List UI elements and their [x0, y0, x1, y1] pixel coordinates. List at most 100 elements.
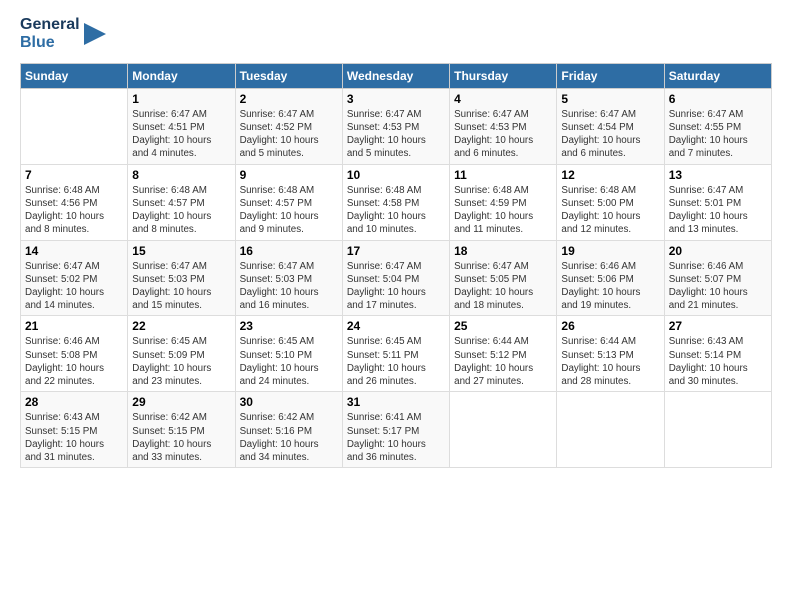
calendar-cell [557, 392, 664, 468]
logo-text: General Blue [20, 16, 106, 53]
calendar-cell: 19Sunrise: 6:46 AM Sunset: 5:06 PM Dayli… [557, 240, 664, 316]
day-info: Sunrise: 6:48 AM Sunset: 4:59 PM Dayligh… [454, 184, 552, 237]
calendar-cell: 4 Sunrise: 6:47 AM Sunset: 4:53 PM Daylig… [450, 88, 557, 164]
day-number: 28 [25, 395, 123, 409]
calendar-cell: 9 Sunrise: 6:48 AM Sunset: 4:57 PM Daylig… [235, 164, 342, 240]
day-number: 20 [669, 244, 767, 258]
header-thursday: Thursday [450, 63, 557, 88]
day-number: 29 [132, 395, 230, 409]
calendar-cell: 20 Sunrise: 6:46 AM Sunset: 5:07 PM Dayli… [664, 240, 771, 316]
day-info: Sunrise: 6:46 AM Sunset: 5:07 PM Dayligh… [669, 260, 767, 313]
day-info: Sunrise: 6:45 AM Sunset: 5:11 PM Dayligh… [347, 335, 445, 388]
day-info: Sunrise: 6:47 AM Sunset: 5:03 PM Dayligh… [132, 260, 230, 313]
calendar-cell: 21 Sunrise: 6:46 AM Sunset: 5:08 PM Dayli… [21, 316, 128, 392]
day-info: Sunrise: 6:47 AM Sunset: 5:02 PM Dayligh… [25, 260, 123, 313]
day-number: 21 [25, 319, 123, 333]
day-number: 27 [669, 319, 767, 333]
day-number: 18 [454, 244, 552, 258]
day-info: Sunrise: 6:42 AM Sunset: 5:15 PM Dayligh… [132, 411, 230, 464]
logo-line1: General [20, 16, 80, 34]
calendar-cell: 22Sunrise: 6:45 AM Sunset: 5:09 PM Dayli… [128, 316, 235, 392]
day-number: 13 [669, 168, 767, 182]
logo-line2: Blue [20, 34, 80, 52]
day-number: 7 [25, 168, 123, 182]
calendar-cell: 5 Sunrise: 6:47 AM Sunset: 4:54 PM Daylig… [557, 88, 664, 164]
calendar-cell: 23 Sunrise: 6:45 AM Sunset: 5:10 PM Dayli… [235, 316, 342, 392]
calendar-cell: 25 Sunrise: 6:44 AM Sunset: 5:12 PM Dayli… [450, 316, 557, 392]
day-number: 3 [347, 92, 445, 106]
day-number: 10 [347, 168, 445, 182]
week-row-3: 14Sunrise: 6:47 AM Sunset: 5:02 PM Dayli… [21, 240, 772, 316]
day-info: Sunrise: 6:42 AM Sunset: 5:16 PM Dayligh… [240, 411, 338, 464]
header-friday: Friday [557, 63, 664, 88]
calendar-cell: 11 Sunrise: 6:48 AM Sunset: 4:59 PM Dayli… [450, 164, 557, 240]
day-number: 26 [561, 319, 659, 333]
day-number: 8 [132, 168, 230, 182]
calendar-cell [664, 392, 771, 468]
day-info: Sunrise: 6:48 AM Sunset: 4:57 PM Dayligh… [132, 184, 230, 237]
calendar-cell: 24 Sunrise: 6:45 AM Sunset: 5:11 PM Dayli… [342, 316, 449, 392]
calendar-cell: 27 Sunrise: 6:43 AM Sunset: 5:14 PM Dayli… [664, 316, 771, 392]
calendar-cell: 18 Sunrise: 6:47 AM Sunset: 5:05 PM Dayli… [450, 240, 557, 316]
calendar-cell: 17Sunrise: 6:47 AM Sunset: 5:04 PM Dayli… [342, 240, 449, 316]
day-info: Sunrise: 6:47 AM Sunset: 5:01 PM Dayligh… [669, 184, 767, 237]
day-number: 30 [240, 395, 338, 409]
day-info: Sunrise: 6:43 AM Sunset: 5:14 PM Dayligh… [669, 335, 767, 388]
calendar-table: SundayMondayTuesdayWednesdayThursdayFrid… [20, 63, 772, 468]
week-row-5: 28 Sunrise: 6:43 AM Sunset: 5:15 PM Dayli… [21, 392, 772, 468]
day-info: Sunrise: 6:48 AM Sunset: 5:00 PM Dayligh… [561, 184, 659, 237]
day-info: Sunrise: 6:47 AM Sunset: 4:55 PM Dayligh… [669, 108, 767, 161]
day-number: 19 [561, 244, 659, 258]
day-number: 2 [240, 92, 338, 106]
calendar-header-row: SundayMondayTuesdayWednesdayThursdayFrid… [21, 63, 772, 88]
day-info: Sunrise: 6:47 AM Sunset: 4:53 PM Dayligh… [454, 108, 552, 161]
day-number: 12 [561, 168, 659, 182]
day-number: 11 [454, 168, 552, 182]
calendar-cell: 30 Sunrise: 6:42 AM Sunset: 5:16 PM Dayli… [235, 392, 342, 468]
day-number: 16 [240, 244, 338, 258]
day-number: 17 [347, 244, 445, 258]
day-info: Sunrise: 6:45 AM Sunset: 5:10 PM Dayligh… [240, 335, 338, 388]
day-info: Sunrise: 6:47 AM Sunset: 4:54 PM Dayligh… [561, 108, 659, 161]
day-info: Sunrise: 6:47 AM Sunset: 5:05 PM Dayligh… [454, 260, 552, 313]
day-info: Sunrise: 6:46 AM Sunset: 5:08 PM Dayligh… [25, 335, 123, 388]
calendar-cell: 29 Sunrise: 6:42 AM Sunset: 5:15 PM Dayli… [128, 392, 235, 468]
day-info: Sunrise: 6:47 AM Sunset: 4:52 PM Dayligh… [240, 108, 338, 161]
day-number: 31 [347, 395, 445, 409]
header-sunday: Sunday [21, 63, 128, 88]
day-number: 15 [132, 244, 230, 258]
page-header: General Blue [20, 16, 772, 53]
calendar-cell: 12 Sunrise: 6:48 AM Sunset: 5:00 PM Dayli… [557, 164, 664, 240]
day-number: 5 [561, 92, 659, 106]
week-row-2: 7 Sunrise: 6:48 AM Sunset: 4:56 PM Daylig… [21, 164, 772, 240]
day-number: 24 [347, 319, 445, 333]
header-wednesday: Wednesday [342, 63, 449, 88]
calendar-cell: 26 Sunrise: 6:44 AM Sunset: 5:13 PM Dayli… [557, 316, 664, 392]
calendar-cell: 6 Sunrise: 6:47 AM Sunset: 4:55 PM Daylig… [664, 88, 771, 164]
header-saturday: Saturday [664, 63, 771, 88]
day-number: 22 [132, 319, 230, 333]
calendar-cell: 14Sunrise: 6:47 AM Sunset: 5:02 PM Dayli… [21, 240, 128, 316]
day-info: Sunrise: 6:48 AM Sunset: 4:57 PM Dayligh… [240, 184, 338, 237]
calendar-cell: 13 Sunrise: 6:47 AM Sunset: 5:01 PM Dayli… [664, 164, 771, 240]
day-info: Sunrise: 6:47 AM Sunset: 4:53 PM Dayligh… [347, 108, 445, 161]
day-number: 4 [454, 92, 552, 106]
day-info: Sunrise: 6:48 AM Sunset: 4:56 PM Dayligh… [25, 184, 123, 237]
week-row-4: 21 Sunrise: 6:46 AM Sunset: 5:08 PM Dayli… [21, 316, 772, 392]
calendar-cell: 28 Sunrise: 6:43 AM Sunset: 5:15 PM Dayli… [21, 392, 128, 468]
calendar-cell: 8 Sunrise: 6:48 AM Sunset: 4:57 PM Daylig… [128, 164, 235, 240]
calendar-cell: 31 Sunrise: 6:41 AM Sunset: 5:17 PM Dayli… [342, 392, 449, 468]
day-info: Sunrise: 6:43 AM Sunset: 5:15 PM Dayligh… [25, 411, 123, 464]
day-number: 25 [454, 319, 552, 333]
calendar-cell: 2 Sunrise: 6:47 AM Sunset: 4:52 PM Daylig… [235, 88, 342, 164]
day-info: Sunrise: 6:44 AM Sunset: 5:13 PM Dayligh… [561, 335, 659, 388]
calendar-cell: 15 Sunrise: 6:47 AM Sunset: 5:03 PM Dayli… [128, 240, 235, 316]
day-number: 23 [240, 319, 338, 333]
header-tuesday: Tuesday [235, 63, 342, 88]
day-info: Sunrise: 6:41 AM Sunset: 5:17 PM Dayligh… [347, 411, 445, 464]
calendar-cell: 1Sunrise: 6:47 AM Sunset: 4:51 PM Daylig… [128, 88, 235, 164]
day-info: Sunrise: 6:44 AM Sunset: 5:12 PM Dayligh… [454, 335, 552, 388]
day-number: 6 [669, 92, 767, 106]
day-number: 9 [240, 168, 338, 182]
day-info: Sunrise: 6:47 AM Sunset: 5:03 PM Dayligh… [240, 260, 338, 313]
